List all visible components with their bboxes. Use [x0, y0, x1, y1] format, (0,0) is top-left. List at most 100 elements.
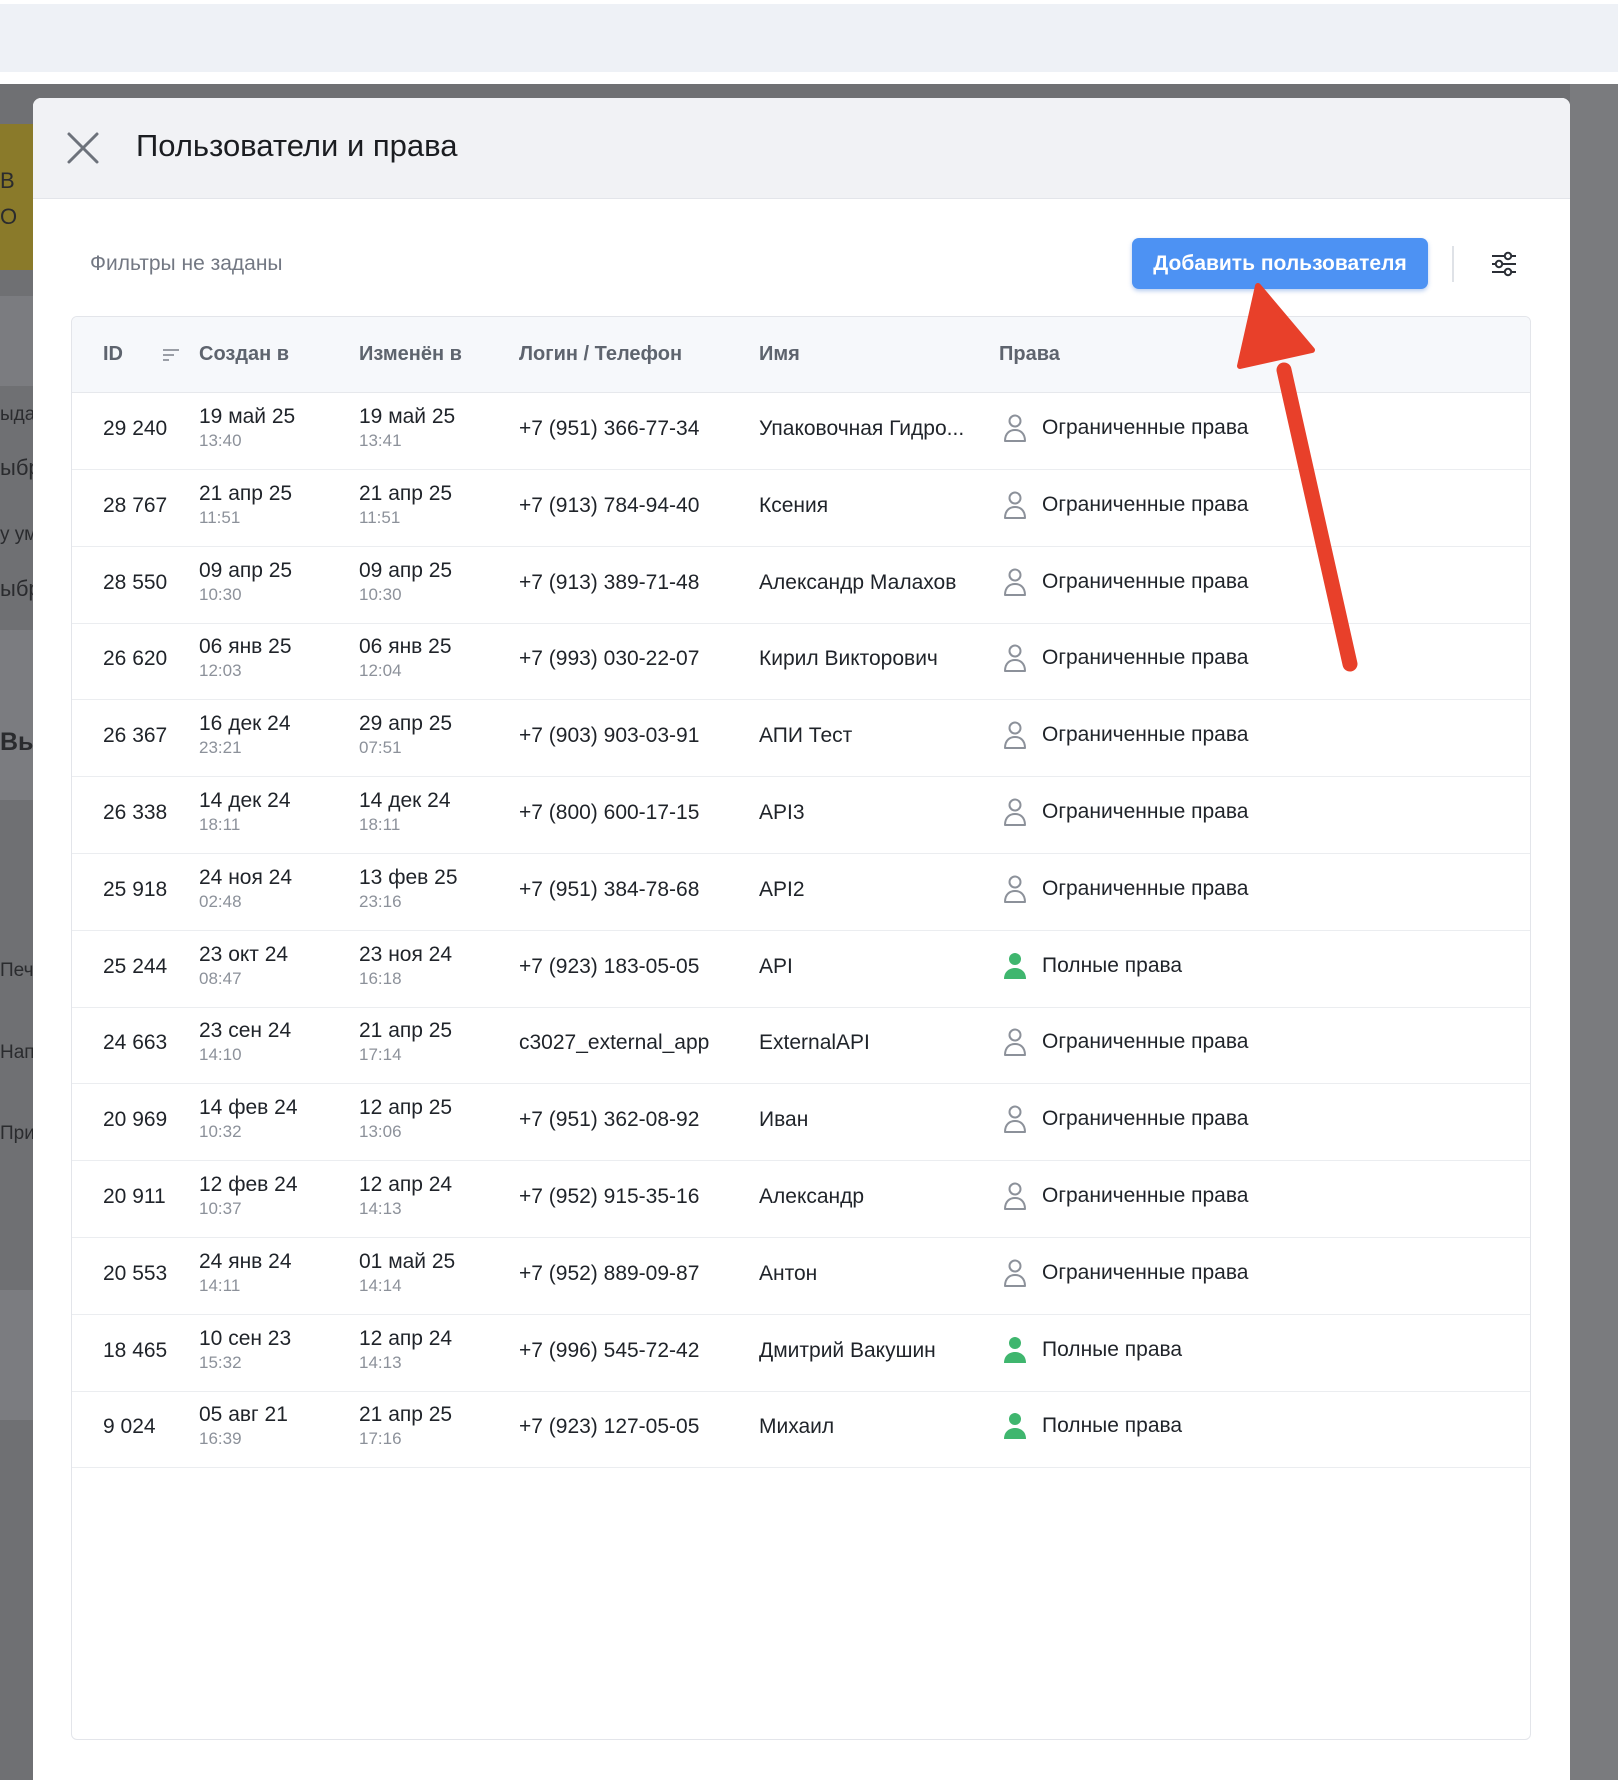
modified-date: 01 май 25	[359, 1249, 456, 1273]
table-row[interactable]: 24 663 23 сен 24 14:10 21 апр 25 17:14 c3027_…	[72, 1007, 1530, 1085]
user-outline-icon	[1004, 875, 1026, 903]
rights-label: Ограниченные права	[1042, 1107, 1249, 1131]
column-header-id[interactable]: ID	[103, 343, 123, 366]
user-outline-icon	[1004, 1259, 1026, 1287]
cell-rights: Ограниченные права	[1002, 490, 1248, 520]
cell-rights: Ограниченные права	[1002, 1104, 1248, 1134]
created-date: 19 май 25	[199, 405, 296, 428]
cell-rights: Ограниченные права	[1002, 720, 1248, 750]
user-filled-icon	[1004, 952, 1026, 979]
created-date: 09 апр 25	[199, 558, 293, 582]
cell-modified: 23 ноя 24 16:18	[359, 942, 452, 990]
table-row[interactable]: 28 767 21 апр 25 11:51 21 апр 25 11:51 +7 (91…	[72, 470, 1530, 547]
table-row[interactable]: 25 244 23 окт 24 08:47 23 ноя 24 16:18 +7 (92…	[72, 931, 1530, 1008]
filters-status[interactable]: Фильтры не заданы	[90, 252, 283, 276]
cell-name: Александр	[759, 1185, 865, 1208]
cell-rights: Ограниченные права	[1002, 1181, 1248, 1211]
modified-date: 09 апр 25	[359, 558, 453, 582]
cell-id: 26 367	[103, 724, 168, 748]
cell-rights: Полные права	[1002, 1411, 1182, 1441]
table-row[interactable]: 9 024 05 авг 21 16:39 21 апр 25 17:16 +7 (923…	[72, 1391, 1530, 1469]
table-row[interactable]: 26 367 16 дек 24 23:21 29 апр 25 07:51 +7 (90…	[72, 700, 1530, 778]
table-row[interactable]: 28 550 09 апр 25 10:30 09 апр 25 10:30 +7 (91…	[72, 547, 1530, 624]
cell-created: 10 сен 23 15:32	[199, 1326, 291, 1374]
cell-created: 14 фев 24 10:32	[199, 1095, 298, 1143]
created-time: 15:32	[199, 1352, 242, 1372]
table-row[interactable]: 18 465 10 сен 23 15:32 12 апр 24 14:13 +7 (99…	[72, 1315, 1530, 1392]
background-text: Вы	[0, 728, 36, 756]
created-time: 18:11	[199, 815, 241, 834]
modified-date: 12 апр 24	[359, 1173, 453, 1196]
created-date: 14 фев 24	[199, 1096, 298, 1120]
close-icon	[67, 132, 99, 164]
modified-time: 14:13	[359, 1199, 402, 1218]
cell-created: 16 дек 24 23:21	[199, 711, 291, 759]
cell-login: +7 (923) 183-05-05	[519, 954, 700, 978]
cell-rights: Ограниченные права	[1002, 1258, 1248, 1288]
modified-date: 14 дек 24	[359, 789, 451, 812]
column-header-created[interactable]: Создан в	[199, 343, 289, 366]
modified-time: 23:16	[359, 891, 402, 911]
sort-icon[interactable]	[162, 347, 180, 363]
column-header-name[interactable]: Имя	[759, 343, 800, 366]
cell-name: Упаковочная Гидро...	[759, 417, 965, 440]
cell-name: Кирил Викторович	[759, 647, 938, 671]
table-row[interactable]: 29 240 19 май 25 13:40 19 май 25 13:41 +7 (95…	[72, 393, 1530, 470]
table-row[interactable]: 20 911 12 фев 24 10:37 12 апр 24 14:13 +7 (95…	[72, 1161, 1530, 1238]
users-table: ID Создан в Изменён в Логин / Телефон Им…	[71, 316, 1531, 1740]
user-outline-icon	[1004, 644, 1026, 673]
cell-login: c3027_external_app	[519, 1031, 710, 1055]
modified-date: 19 май 25	[359, 405, 456, 428]
user-outline-icon	[1004, 1028, 1026, 1057]
table-row[interactable]: 25 918 24 ноя 24 02:48 13 фев 25 23:16 +7 (95…	[72, 854, 1530, 931]
background-text: Печа	[0, 960, 36, 981]
table-row[interactable]: 26 620 06 янв 25 12:03 06 янв 25 12:04 +7 (99…	[72, 623, 1530, 701]
add-user-button[interactable]: Добавить пользователя	[1132, 238, 1428, 289]
cell-id: 28 767	[103, 493, 168, 517]
created-time: 13:40	[199, 431, 242, 450]
user-outline-icon	[1004, 1182, 1026, 1210]
column-header-modified[interactable]: Изменён в	[359, 343, 462, 366]
cell-login: +7 (993) 030-22-07	[519, 647, 700, 671]
cell-login: +7 (903) 903-03-91	[519, 724, 700, 748]
modified-time: 10:30	[359, 584, 402, 604]
rights-label: Ограниченные права	[1042, 1184, 1249, 1207]
table-row[interactable]: 20 969 14 фев 24 10:32 12 апр 25 13:06 +7 (95…	[72, 1084, 1530, 1162]
cell-rights: Ограниченные права	[1002, 797, 1248, 827]
rights-label: Ограниченные права	[1042, 569, 1249, 593]
filter-settings-button[interactable]	[1486, 246, 1522, 282]
background-text: ыда	[0, 404, 36, 425]
cell-login: +7 (951) 384-78-68	[519, 877, 700, 901]
background-text: ыбр	[0, 455, 36, 480]
cell-id: 20 969	[103, 1108, 168, 1132]
background-text: ыбр	[0, 576, 36, 601]
cell-modified: 06 янв 25 12:04	[359, 634, 452, 682]
created-time: 11:51	[199, 507, 241, 527]
column-header-rights[interactable]: Права	[999, 343, 1060, 366]
cell-login: +7 (923) 127-05-05	[519, 1415, 700, 1439]
modified-date: 23 ноя 24	[359, 942, 453, 966]
table-row[interactable]: 20 553 24 янв 24 14:11 01 май 25 14:14 +7 (95…	[72, 1238, 1530, 1315]
rights-label: Ограниченные права	[1042, 723, 1249, 747]
column-header-login[interactable]: Логин / Телефон	[519, 343, 682, 366]
cell-created: 14 дек 24 18:11	[199, 788, 291, 836]
cell-login: +7 (913) 389-71-48	[519, 570, 700, 594]
cell-rights: Ограниченные права	[1002, 874, 1248, 904]
cell-created: 24 янв 24 14:11	[199, 1249, 292, 1297]
cell-name: Ксения	[759, 493, 829, 517]
user-outline-icon	[1004, 798, 1026, 826]
cell-login: +7 (952) 915-35-16	[519, 1185, 700, 1208]
users-and-rights-modal: Пользователи и права Фильтры не заданы Д…	[33, 98, 1570, 1780]
filter-settings-icon	[1492, 251, 1516, 277]
modified-date: 21 апр 25	[359, 1403, 453, 1427]
cell-name: Иван	[759, 1108, 809, 1132]
user-filled-icon	[1004, 1336, 1026, 1363]
table-row[interactable]: 26 338 14 дек 24 18:11 14 дек 24 18:11 +7 (80…	[72, 777, 1530, 854]
close-button[interactable]	[63, 128, 103, 168]
cell-id: 26 338	[103, 801, 168, 824]
user-filled-icon	[1004, 1413, 1026, 1440]
cell-login: +7 (951) 362-08-92	[519, 1108, 700, 1132]
cell-id: 26 620	[103, 647, 168, 671]
rights-label: Ограниченные права	[1042, 1260, 1249, 1284]
rights-label: Полные права	[1042, 1414, 1183, 1438]
